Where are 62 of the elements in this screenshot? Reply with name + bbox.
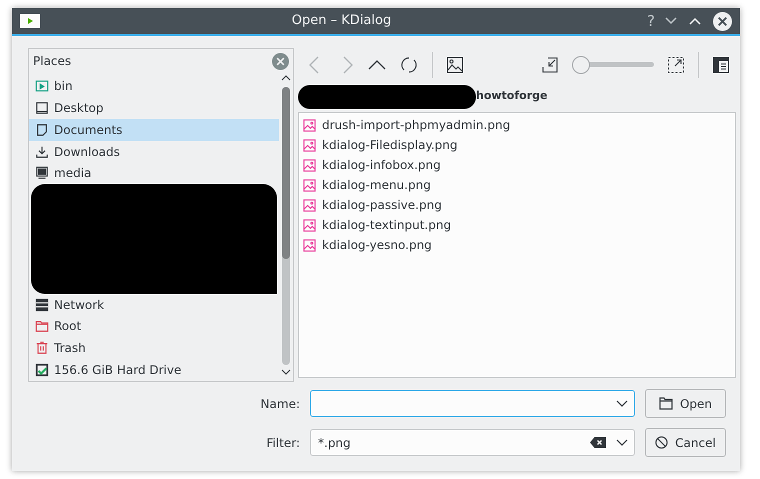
place-item[interactable]: Root: [29, 315, 279, 338]
maximize-icon[interactable]: [689, 17, 701, 25]
image-file-icon: [303, 218, 316, 232]
reload-icon[interactable]: [400, 56, 418, 74]
place-item[interactable]: media: [29, 162, 279, 184]
trash-icon: [35, 341, 49, 356]
place-item[interactable]: Trash: [29, 337, 279, 360]
file-item[interactable]: kdialog-passive.png: [299, 195, 735, 215]
filter-field[interactable]: *.png: [310, 429, 635, 456]
panel-toggle-icon[interactable]: [713, 56, 729, 72]
dropdown-icon[interactable]: [616, 400, 628, 408]
image-file-icon: [303, 118, 316, 132]
network-icon: [35, 298, 49, 312]
place-item[interactable]: Documents: [29, 118, 279, 141]
field-label: Name:: [260, 396, 300, 412]
close-icon[interactable]: [713, 12, 732, 30]
document-icon: [35, 122, 49, 137]
image-preview-icon[interactable]: [447, 56, 463, 72]
image-file-icon: [303, 138, 316, 152]
zoom-in-icon[interactable]: [668, 56, 684, 72]
cancel-icon: [655, 436, 668, 449]
field-label: Filter:: [265, 434, 300, 452]
file-item[interactable]: drush-import-phpmyadmin.png: [299, 115, 735, 135]
image-file-icon: [303, 198, 316, 212]
place-item[interactable]: 156.6 GiB Hard Drive: [29, 359, 279, 382]
folder-icon: [35, 319, 49, 334]
drive-icon: [35, 166, 49, 180]
help-button[interactable]: ?: [643, 10, 659, 32]
cancel-button[interactable]: Cancel: [645, 428, 726, 457]
download-icon: [35, 144, 49, 158]
image-file-icon: [303, 178, 316, 192]
executable-icon: [35, 78, 49, 93]
place-item[interactable]: Desktop: [29, 96, 279, 119]
place-item[interactable]: Network: [29, 294, 279, 316]
file-item[interactable]: kdialog-infobox.png: [299, 155, 735, 175]
desktop-icon: [35, 100, 49, 115]
file-item[interactable]: kdialog-menu.png: [299, 175, 735, 195]
image-file-icon: [303, 238, 316, 252]
panel-title: Places: [33, 53, 72, 70]
app-icon: [20, 14, 40, 28]
folder-icon: [658, 397, 673, 410]
place-item[interactable]: bin: [29, 75, 279, 97]
zoom-out-icon[interactable]: [542, 56, 558, 72]
hard-drive-icon: [35, 363, 49, 378]
dropdown-icon[interactable]: [616, 438, 628, 446]
zoom-slider[interactable]: [572, 54, 654, 74]
scroll-up-icon[interactable]: [281, 75, 291, 81]
file-item[interactable]: kdialog-Filedisplay.png: [299, 135, 735, 155]
scroll-down-icon[interactable]: [281, 369, 291, 375]
clear-icon[interactable]: [590, 437, 606, 448]
slider-handle[interactable]: [572, 56, 590, 74]
minimize-icon[interactable]: [665, 17, 677, 25]
file-item[interactable]: kdialog-yesno.png: [299, 235, 735, 255]
breadcrumb-item[interactable]: howtoforge: [476, 88, 548, 105]
place-item[interactable]: Downloads: [29, 140, 279, 162]
open-button[interactable]: Open: [645, 389, 726, 418]
image-file-icon: [303, 158, 316, 172]
file-item[interactable]: kdialog-textinput.png: [299, 215, 735, 235]
window-title: Open – KDialog: [290, 12, 392, 30]
close-icon[interactable]: [272, 52, 289, 70]
name-field[interactable]: [310, 390, 635, 417]
up-icon[interactable]: [368, 58, 386, 70]
